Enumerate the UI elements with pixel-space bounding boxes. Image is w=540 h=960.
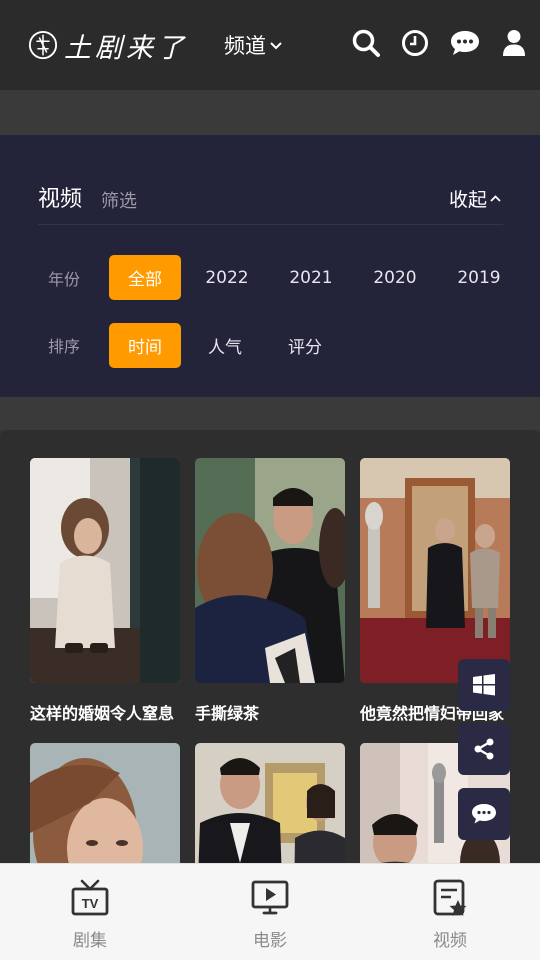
message-icon — [451, 31, 479, 55]
nav-item-movies[interactable]: 电影 — [180, 864, 360, 960]
chat-fab-button[interactable] — [458, 788, 510, 840]
nav-item-videos[interactable]: 视频 — [360, 864, 540, 960]
year-option-2019[interactable]: 2019 — [444, 255, 514, 300]
sort-row-label: 排序 — [48, 337, 81, 356]
video-card[interactable] — [195, 743, 345, 863]
filter-spacer — [0, 397, 540, 430]
share-fab-button[interactable] — [458, 723, 510, 775]
video-thumbnail[interactable] — [360, 458, 510, 683]
collapse-label: 收起 — [448, 189, 487, 211]
filter-divider — [38, 224, 503, 225]
year-option-2020[interactable]: 2020 — [360, 255, 430, 300]
video-thumbnail[interactable] — [195, 458, 345, 683]
logo-text: 土剧来了 — [64, 32, 188, 64]
search-button[interactable] — [350, 27, 382, 59]
user-icon — [503, 30, 525, 56]
channel-label: 频道 — [224, 34, 266, 58]
history-icon — [402, 30, 428, 56]
video-card[interactable]: 手撕绿茶 — [195, 458, 345, 724]
site-logo[interactable]: 土剧来了 — [28, 24, 188, 66]
chevron-down-icon — [270, 42, 282, 50]
nav-label-series: 剧集 — [73, 931, 107, 951]
share-icon — [474, 738, 494, 760]
year-option-2021[interactable]: 2021 — [276, 255, 346, 300]
filter-title: 视频 — [38, 187, 83, 212]
video-card[interactable]: 这样的婚姻令人窒息 — [30, 458, 180, 724]
history-button[interactable] — [399, 27, 431, 59]
user-button[interactable] — [498, 27, 530, 59]
sort-option-popularity[interactable]: 人气 — [192, 323, 258, 368]
nav-label-videos: 视频 — [433, 931, 467, 951]
chevron-up-icon — [490, 195, 501, 202]
video-thumbnail[interactable] — [30, 743, 180, 863]
nav-item-series[interactable]: TV 剧集 — [0, 864, 180, 960]
movie-icon — [251, 880, 289, 915]
nav-label-movies: 电影 — [253, 931, 287, 951]
windows-icon — [473, 674, 495, 696]
video-title[interactable]: 手撕绿茶 — [195, 700, 345, 724]
sort-option-rating[interactable]: 评分 — [272, 323, 338, 368]
logo-emblem-icon — [28, 30, 58, 60]
channel-dropdown[interactable]: 频道 — [224, 28, 283, 62]
message-button[interactable] — [449, 27, 481, 59]
video-star-icon — [433, 879, 467, 916]
svg-text:TV: TV — [82, 896, 99, 911]
top-bar: 土剧来了 频道 — [0, 0, 540, 90]
video-thumbnail[interactable] — [30, 458, 180, 683]
tv-icon: TV — [71, 879, 109, 916]
year-option-all[interactable]: 全部 — [109, 255, 181, 300]
search-icon — [352, 29, 380, 57]
video-card[interactable] — [30, 743, 180, 863]
video-title[interactable]: 这样的婚姻令人窒息 — [30, 700, 180, 724]
bottom-navigation: TV 剧集 电影 视频 — [0, 863, 540, 960]
filter-panel: 视频 筛选 收起 年份 全部 2022 2021 2020 2019 排序 时间… — [0, 135, 540, 397]
windows-fab-button[interactable] — [458, 659, 510, 711]
year-row-label: 年份 — [48, 270, 81, 289]
collapse-button[interactable]: 收起 — [449, 185, 502, 212]
sort-option-time[interactable]: 时间 — [109, 323, 181, 368]
header-spacer — [0, 90, 540, 135]
video-thumbnail[interactable] — [195, 743, 345, 863]
filter-subtitle: 筛选 — [101, 191, 137, 212]
year-option-2022[interactable]: 2022 — [192, 255, 262, 300]
chat-icon — [472, 804, 496, 824]
